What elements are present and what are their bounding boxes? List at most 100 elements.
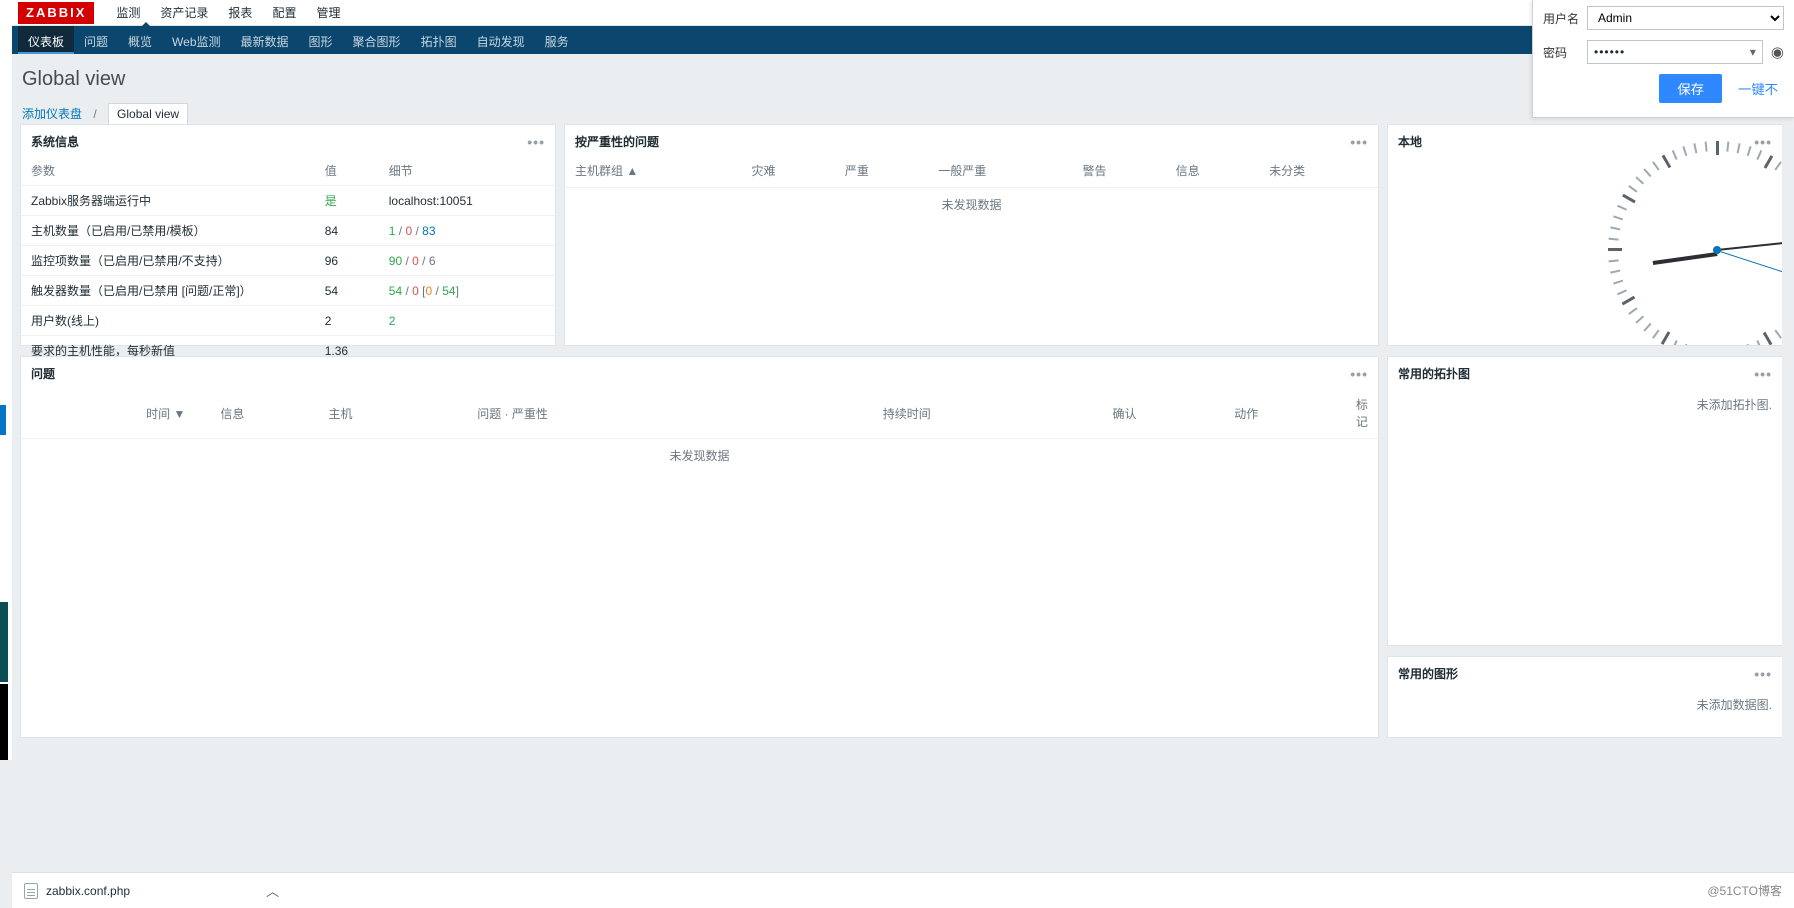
edge-patch-blue [0, 405, 6, 435]
credentials-panel: 用户名 Admin 密码 •••••• ▾ ◉ 保存 一键不 [1532, 0, 1794, 118]
subnav-services[interactable]: 服务 [535, 26, 579, 54]
sysinfo-param: 用户数(线上) [21, 306, 315, 336]
chevron-up-icon[interactable]: ︿ [266, 881, 279, 900]
topnav-active-indicator [141, 22, 151, 27]
sysinfo-value: 84 [315, 216, 379, 246]
file-icon [24, 883, 38, 899]
login-pw-field[interactable]: •••••• ▾ [1587, 40, 1763, 64]
topnav-config[interactable]: 配置 [262, 0, 306, 25]
widget-fav-maps: 常用的拓扑图 ••• 未添加拓扑图. [1387, 356, 1782, 646]
widget-clock: 本地 ••• [1387, 124, 1782, 346]
maps-empty: 未添加拓扑图. [1388, 388, 1782, 421]
download-file[interactable]: zabbix.conf.php ︿ [24, 881, 279, 900]
download-filename: zabbix.conf.php [46, 884, 130, 898]
sysinfo-col-param: 参数 [21, 156, 315, 186]
subnav-graphs[interactable]: 图形 [299, 26, 343, 54]
problems-nodata: 未发现数据 [21, 439, 1378, 473]
subnav-problems[interactable]: 问题 [74, 26, 118, 54]
widget-title-problems: 问题 [31, 365, 55, 382]
widget-title-sev: 按严重性的问题 [575, 133, 659, 150]
logo: ZABBIX [18, 2, 94, 24]
page-header: Global view [12, 54, 1794, 103]
problems-col-3[interactable]: 问题 · 严重性 [467, 388, 872, 439]
sysinfo-col-detail: 细节 [379, 156, 555, 186]
dropdown-caret-icon[interactable]: ▾ [1750, 45, 1756, 59]
widget-fav-graphs: 常用的图形 ••• 未添加数据图. [1387, 656, 1782, 738]
sysinfo-row: 触发器数量（已启用/已禁用 [问题/正常]）5454 / 0 [0 / 54] [21, 276, 555, 306]
sev-col-5[interactable]: 信息 [1166, 156, 1259, 188]
sysinfo-row: Zabbix服务器端运行中是localhost:10051 [21, 186, 555, 216]
clock-second-hand [1717, 250, 1782, 282]
widget-menu-icon[interactable]: ••• [1754, 666, 1772, 682]
problems-col-1[interactable]: 信息 [210, 388, 318, 439]
login-oneclick-button[interactable]: 一键不 [1732, 74, 1784, 103]
login-save-button[interactable]: 保存 [1659, 74, 1722, 103]
watermark: @51CTO博客 [1707, 882, 1782, 899]
top-nav: ZABBIX 监测 资产记录 报表 配置 管理 [12, 0, 1794, 26]
clock-minute-hand [1717, 239, 1782, 251]
sysinfo-param: 监控项数量（已启用/已禁用/不支持） [21, 246, 315, 276]
left-edge-bar [0, 0, 12, 760]
problems-col-7[interactable]: 标记 [1346, 388, 1378, 439]
sysinfo-param: Zabbix服务器端运行中 [21, 186, 315, 216]
topnav-admin[interactable]: 管理 [306, 0, 350, 25]
problems-col-4[interactable]: 持续时间 [873, 388, 1103, 439]
widget-system-info: 系统信息 ••• 参数 值 细节 Zabbix服务器端运行中是localhost… [20, 124, 556, 346]
breadcrumb-current[interactable]: Global view [108, 103, 188, 125]
sysinfo-param: 触发器数量（已启用/已禁用 [问题/正常]） [21, 276, 315, 306]
eye-icon[interactable]: ◉ [1771, 43, 1784, 61]
subnav-discovery[interactable]: 自动发现 [467, 26, 535, 54]
login-pw-label: 密码 [1543, 44, 1587, 61]
widget-menu-icon[interactable]: ••• [1754, 134, 1772, 150]
sev-col-2[interactable]: 严重 [835, 156, 928, 188]
sysinfo-value: 是 [315, 186, 379, 216]
sysinfo-detail: localhost:10051 [379, 186, 555, 216]
breadcrumb-sep: / [93, 107, 96, 121]
login-pw-value: •••••• [1594, 45, 1625, 59]
problems-col-6[interactable]: 动作 [1224, 388, 1346, 439]
widget-problems-severity: 按严重性的问题 ••• 主机群组 ▲灾难严重一般严重警告信息未分类 未发现数据 [564, 124, 1379, 346]
widget-title-clock: 本地 [1398, 133, 1422, 150]
widget-title-sysinfo: 系统信息 [31, 133, 79, 150]
edge-patch-black [0, 684, 8, 760]
sev-col-1[interactable]: 灾难 [742, 156, 835, 188]
topnav-reports[interactable]: 报表 [218, 0, 262, 25]
edge-patch-teal [0, 602, 8, 682]
widget-menu-icon[interactable]: ••• [527, 134, 545, 150]
breadcrumb-root[interactable]: 添加仪表盘 [22, 107, 82, 121]
subnav-maps[interactable]: 拓扑图 [411, 26, 467, 54]
sysinfo-row: 用户数(线上)22 [21, 306, 555, 336]
widget-menu-icon[interactable]: ••• [1350, 134, 1368, 150]
widget-title-maps: 常用的拓扑图 [1398, 365, 1470, 382]
sysinfo-value: 2 [315, 306, 379, 336]
topnav-inventory[interactable]: 资产记录 [150, 0, 218, 25]
widget-menu-icon[interactable]: ••• [1350, 366, 1368, 382]
clock-hour-hand [1653, 252, 1718, 265]
subnav-screens[interactable]: 聚合图形 [343, 26, 411, 54]
subnav-web[interactable]: Web监测 [162, 26, 230, 54]
subnav-dashboard[interactable]: 仪表板 [18, 26, 74, 54]
problems-col-2[interactable]: 主机 [319, 388, 468, 439]
sev-col-3[interactable]: 一般严重 [928, 156, 1072, 188]
sev-col-0[interactable]: 主机群组 ▲ [565, 156, 742, 188]
sysinfo-row: 监控项数量（已启用/已禁用/不支持）9690 / 0 / 6 [21, 246, 555, 276]
sev-col-4[interactable]: 警告 [1072, 156, 1165, 188]
download-bar: zabbix.conf.php ︿ @51CTO博客 [12, 872, 1794, 908]
sysinfo-detail: 54 / 0 [0 / 54] [379, 276, 555, 306]
widget-title-graphs: 常用的图形 [1398, 665, 1458, 682]
login-user-select[interactable]: Admin [1587, 6, 1784, 30]
widget-menu-icon[interactable]: ••• [1754, 366, 1772, 382]
problems-col-0[interactable]: 时间 ▼ [21, 388, 210, 439]
sysinfo-value: 96 [315, 246, 379, 276]
subnav-latest[interactable]: 最新数据 [231, 26, 299, 54]
sysinfo-param: 主机数量（已启用/已禁用/模板） [21, 216, 315, 246]
sev-col-6[interactable]: 未分类 [1259, 156, 1378, 188]
sub-nav: 仪表板 问题 概览 Web监测 最新数据 图形 聚合图形 拓扑图 自动发现 服务 [12, 26, 1794, 54]
page-title: Global view [22, 68, 1784, 91]
sysinfo-detail: 2 [379, 306, 555, 336]
clock-face [1612, 145, 1782, 346]
sysinfo-row: 主机数量（已启用/已禁用/模板）841 / 0 / 83 [21, 216, 555, 246]
clock-center-dot [1713, 246, 1721, 254]
subnav-overview[interactable]: 概览 [118, 26, 162, 54]
problems-col-5[interactable]: 确认 [1102, 388, 1224, 439]
